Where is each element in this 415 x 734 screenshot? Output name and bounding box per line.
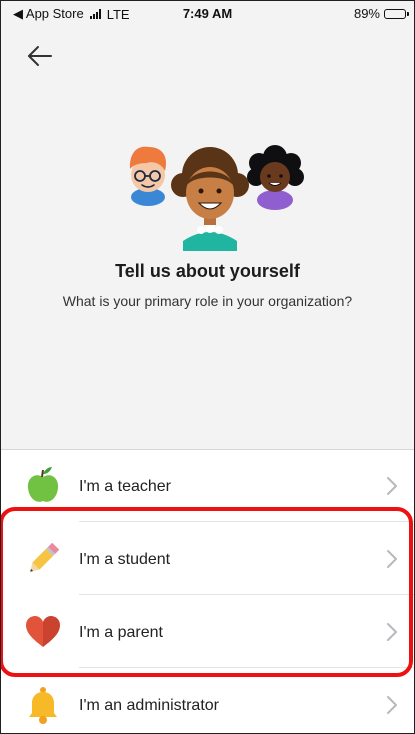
app-screen: ◀ App Store LTE 7:49 AM 89% Tell us abou… [0,0,415,734]
status-time: 7:49 AM [182,6,233,21]
role-item-parent[interactable]: I'm a parent [1,596,414,668]
chevron-right-icon [387,550,397,568]
chevron-right-icon [387,696,397,714]
role-label: I'm a student [79,551,171,568]
status-right: 89% [353,6,409,21]
chevron-right-icon [387,477,397,495]
battery-icon [384,8,409,19]
role-list: I'm a teacher I'm a student I'm a parent… [1,449,414,733]
row-divider [79,667,414,668]
role-label: I'm a teacher [79,478,171,495]
heart-icon [26,616,60,647]
row-divider [79,594,414,595]
bell-icon [29,687,57,724]
role-label: I'm an administrator [79,697,219,714]
teacher-avatar-icon [171,147,249,251]
battery-percent: 89% [353,6,380,21]
role-label: I'm a parent [79,624,163,641]
arrow-left-icon [28,46,52,66]
pencil-icon [30,542,60,572]
back-button[interactable] [23,41,57,71]
apple-icon [27,467,59,502]
chevron-right-icon [387,623,397,641]
status-bar: ◀ App Store LTE 7:49 AM 89% [1,1,414,27]
parent-avatar-icon [247,145,304,210]
role-item-administrator[interactable]: I'm an administrator [1,669,414,733]
row-divider [79,521,414,522]
student-avatar-icon [129,146,167,206]
role-item-student[interactable]: I'm a student [1,523,414,595]
role-item-teacher[interactable]: I'm a teacher [1,450,414,522]
page-subtitle: What is your primary role in your organi… [62,293,353,309]
page-title: Tell us about yourself [115,261,300,281]
people-illustration [129,145,304,251]
